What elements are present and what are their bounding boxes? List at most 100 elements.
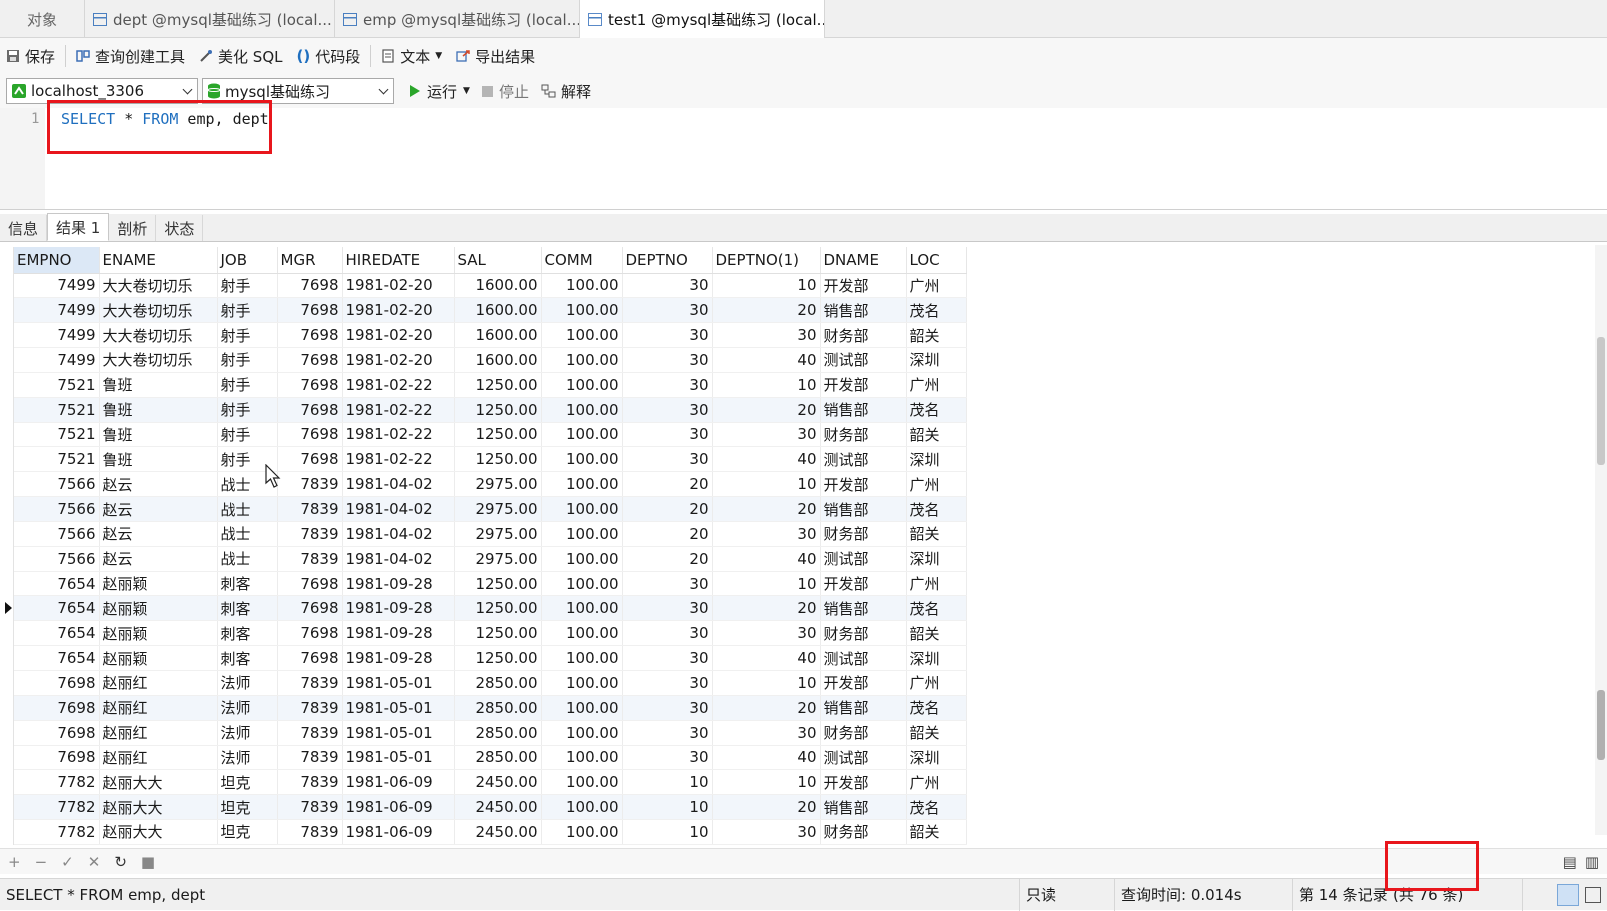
table-cell[interactable]: 赵云 [99, 521, 218, 547]
table-cell[interactable]: 1981-02-22 [342, 372, 455, 398]
table-cell[interactable]: 7839 [277, 720, 343, 746]
table-cell[interactable]: 开发部 [820, 471, 907, 498]
table-cell[interactable]: 开发部 [820, 372, 907, 398]
table-cell[interactable]: 30 [712, 521, 821, 547]
table-cell[interactable]: 7782 [14, 769, 100, 796]
table-row[interactable]: 7654 赵丽颖 刺客 7698 1981-09-28 1250.00 100.00 30 10… [14, 571, 967, 597]
table-cell[interactable]: 射手 [217, 347, 278, 373]
table-cell[interactable]: 20 [712, 496, 821, 522]
table-cell[interactable]: 7782 [14, 794, 100, 821]
grid-view-icon[interactable]: ▤ [1563, 853, 1577, 871]
table-cell[interactable]: 1981-02-20 [342, 297, 455, 324]
table-cell[interactable]: 1981-02-22 [342, 446, 455, 473]
table-cell[interactable]: 100.00 [541, 695, 623, 721]
table-row[interactable]: 7521 鲁班 射手 7698 1981-02-22 1250.00 100.00 30 10 开… [14, 372, 967, 398]
table-cell[interactable]: 30 [622, 670, 713, 696]
table-cell[interactable]: 7698 [14, 695, 100, 721]
table-cell[interactable]: 广州 [906, 670, 967, 696]
column-header[interactable]: ENAME [99, 247, 218, 274]
table-cell[interactable]: 战士 [217, 496, 278, 522]
table-cell[interactable]: 100.00 [541, 645, 623, 671]
table-row[interactable]: 7698 赵丽红 法师 7839 1981-05-01 2850.00 100.00 30 30… [14, 720, 967, 746]
sql-editor[interactable]: 1 SELECT * FROM emp, dept [0, 100, 1607, 210]
table-cell[interactable]: 韶关 [906, 819, 967, 845]
table-cell[interactable]: 1981-06-09 [342, 794, 455, 821]
column-header[interactable]: COMM [541, 247, 623, 274]
table-cell[interactable]: 深圳 [906, 645, 967, 671]
table-cell[interactable]: 7654 [14, 571, 100, 597]
table-row[interactable]: 7698 赵丽红 法师 7839 1981-05-01 2850.00 100.00 30 40… [14, 745, 967, 771]
table-cell[interactable]: 7698 [14, 745, 100, 771]
table-cell[interactable]: 刺客 [217, 620, 278, 647]
table-cell[interactable]: 大大卷切切乐 [99, 347, 218, 373]
table-cell[interactable]: 广州 [906, 769, 967, 796]
table-cell[interactable]: 赵丽颖 [99, 620, 218, 647]
table-cell[interactable]: 财务部 [820, 422, 907, 448]
table-cell[interactable]: 100.00 [541, 273, 623, 299]
column-header[interactable]: EMPNO [14, 247, 100, 274]
table-cell[interactable]: 7698 [277, 273, 343, 299]
table-cell[interactable]: 1981-02-22 [342, 397, 455, 423]
table-cell[interactable]: 射手 [217, 372, 278, 398]
table-cell[interactable]: 测试部 [820, 546, 907, 572]
table-cell[interactable]: 2850.00 [454, 670, 542, 696]
table-cell[interactable]: 7698 [277, 446, 343, 473]
table-cell[interactable]: 7698 [277, 571, 343, 597]
table-cell[interactable]: 1250.00 [454, 397, 542, 423]
table-cell[interactable]: 30 [622, 397, 713, 423]
table-cell[interactable]: 10 [712, 670, 821, 696]
table-cell[interactable]: 30 [622, 745, 713, 771]
table-cell[interactable]: 30 [622, 571, 713, 597]
table-cell[interactable]: 7654 [14, 645, 100, 671]
table-cell[interactable]: 10 [622, 769, 713, 796]
table-cell[interactable]: 100.00 [541, 769, 623, 796]
table-cell[interactable]: 1981-02-20 [342, 322, 455, 349]
table-cell[interactable]: 1981-06-09 [342, 769, 455, 796]
table-cell[interactable]: 1981-02-22 [342, 422, 455, 448]
table-row[interactable]: 7782 赵丽大大 坦克 7839 1981-06-09 2450.00 100.00 10 2… [14, 794, 967, 821]
table-cell[interactable]: 1250.00 [454, 422, 542, 448]
vertical-scrollbar[interactable] [1595, 245, 1607, 835]
table-cell[interactable]: 1981-09-28 [342, 645, 455, 671]
tab-objects[interactable]: 对象 [0, 0, 85, 38]
table-cell[interactable]: 法师 [217, 695, 278, 721]
table-cell[interactable]: 大大卷切切乐 [99, 297, 218, 324]
table-cell[interactable]: 赵丽颖 [99, 645, 218, 671]
table-cell[interactable]: 财务部 [820, 620, 907, 647]
table-cell[interactable]: 财务部 [820, 521, 907, 547]
table-cell[interactable]: 广州 [906, 273, 967, 299]
table-cell[interactable]: 20 [622, 471, 713, 498]
table-cell[interactable]: 7566 [14, 546, 100, 572]
save-button[interactable]: 保存 [6, 46, 55, 67]
table-cell[interactable]: 赵云 [99, 471, 218, 498]
table-cell[interactable]: 赵丽红 [99, 720, 218, 746]
table-cell[interactable]: 广州 [906, 571, 967, 597]
table-cell[interactable]: 大大卷切切乐 [99, 322, 218, 349]
table-cell[interactable]: 测试部 [820, 347, 907, 373]
table-cell[interactable]: 销售部 [820, 794, 907, 821]
table-row[interactable]: 7782 赵丽大大 坦克 7839 1981-06-09 2450.00 100.00 10 3… [14, 819, 967, 845]
table-cell[interactable]: 赵丽红 [99, 670, 218, 696]
table-cell[interactable]: 赵丽大大 [99, 769, 218, 796]
table-cell[interactable]: 坦克 [217, 769, 278, 796]
table-cell[interactable]: 1981-09-28 [342, 571, 455, 597]
table-cell[interactable]: 40 [712, 446, 821, 473]
table-cell[interactable]: 100.00 [541, 745, 623, 771]
table-cell[interactable]: 30 [622, 273, 713, 299]
column-header[interactable]: DEPTNO [622, 247, 713, 274]
table-cell[interactable]: 7654 [14, 595, 100, 622]
table-cell[interactable]: 100.00 [541, 446, 623, 473]
table-cell[interactable]: 7698 [277, 347, 343, 373]
refresh-icon[interactable]: ↻ [114, 853, 127, 871]
scrollbar-thumb-lower[interactable] [1597, 690, 1605, 760]
table-cell[interactable]: 1600.00 [454, 297, 542, 324]
table-cell[interactable]: 开发部 [820, 273, 907, 299]
table-cell[interactable]: 1250.00 [454, 372, 542, 398]
table-cell[interactable]: 测试部 [820, 745, 907, 771]
table-cell[interactable]: 7839 [277, 670, 343, 696]
table-row[interactable]: 7499 大大卷切切乐 射手 7698 1981-02-20 1600.00 100.00 3… [14, 347, 967, 373]
table-cell[interactable]: 30 [622, 695, 713, 721]
table-cell[interactable]: 20 [712, 595, 821, 622]
table-cell[interactable]: 刺客 [217, 595, 278, 622]
tab-dept[interactable]: dept @mysql基础练习 (local... [85, 0, 335, 38]
